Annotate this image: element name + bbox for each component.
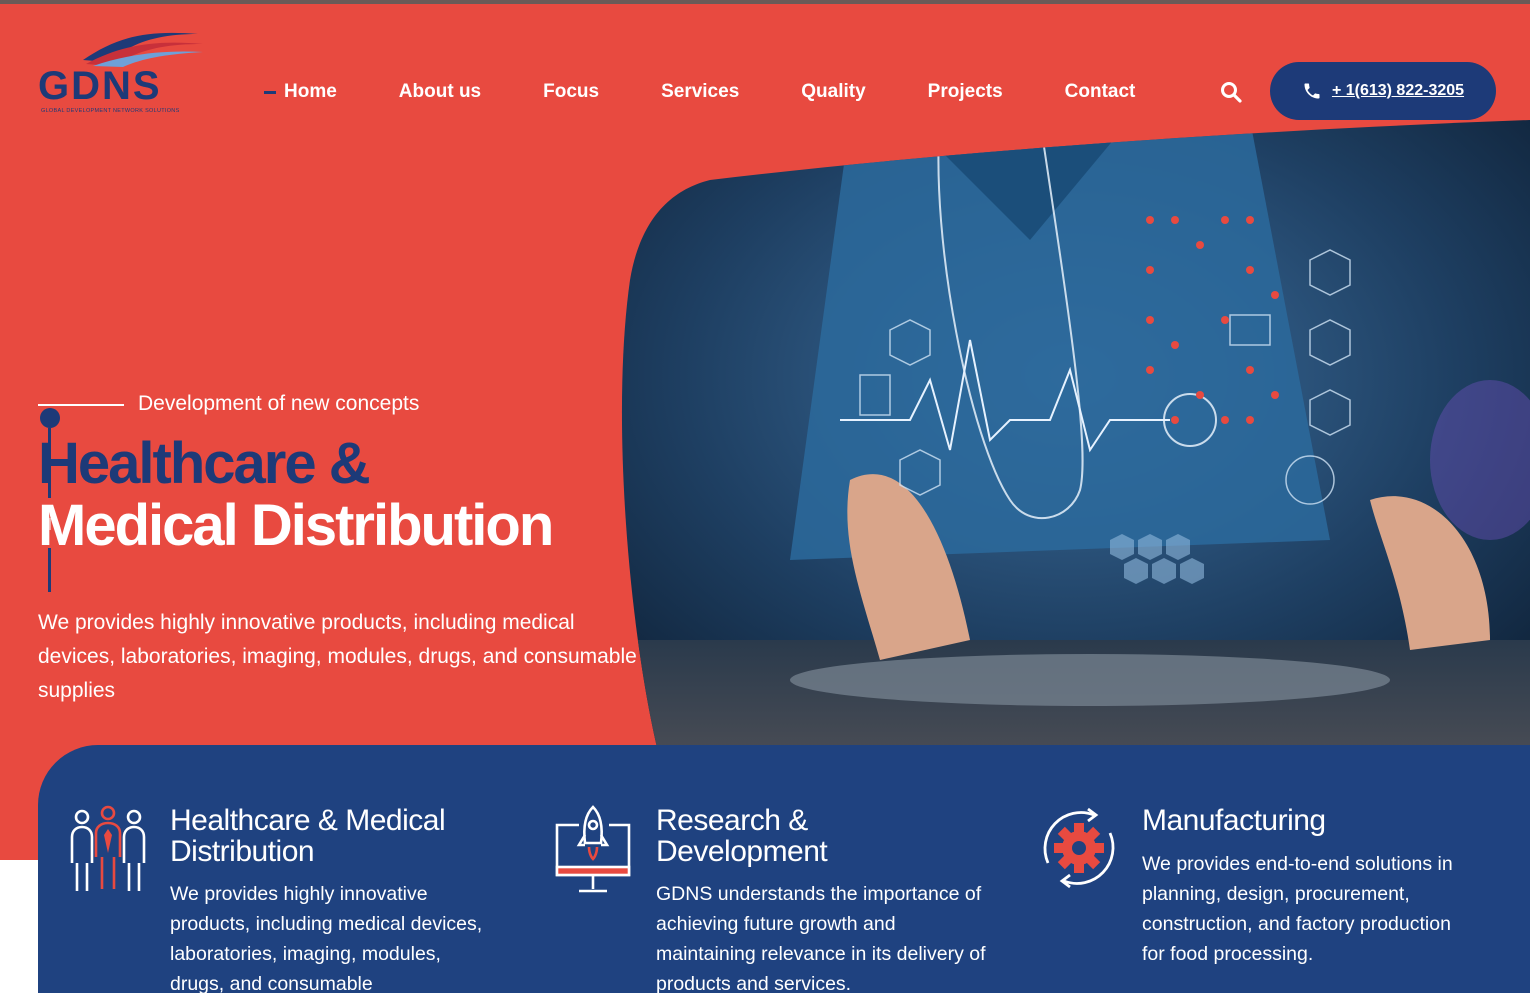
rocket-monitor-icon <box>553 803 633 900</box>
service-title: Research & Development <box>656 804 828 868</box>
service-text: GDNS understands the importance of achie… <box>656 883 986 993</box>
top-border <box>0 0 1530 4</box>
hero-eyebrow: Development of new concepts <box>138 392 420 415</box>
service-text: We provides highly innovative products, … <box>170 883 483 993</box>
logo-wordmark: GDNS <box>38 64 162 108</box>
phone-button[interactable]: + 1(613) 822-3205 <box>1270 62 1496 120</box>
logo-tagline: GLOBAL DEVELOPMENT NETWORK SOLUTIONS <box>41 108 180 114</box>
eyebrow-line <box>38 404 124 406</box>
service-text: We provides end-to-end solutions in plan… <box>1142 853 1453 965</box>
people-icon <box>70 803 146 898</box>
phone-icon <box>1304 83 1320 99</box>
main-nav: Home About us Focus Services Quality Pro… <box>264 78 1197 106</box>
phone-number: + 1(613) 822-3205 <box>1331 82 1465 99</box>
service-title: Manufacturing <box>1142 804 1326 837</box>
logo-wave-icon <box>83 32 203 67</box>
nav-projects[interactable]: Projects <box>928 81 1003 103</box>
nav-focus[interactable]: Focus <box>543 81 599 103</box>
hero-description: We provides highly innovative products, … <box>38 611 637 702</box>
hero-image <box>610 120 1530 760</box>
nav-home[interactable]: Home <box>264 81 337 103</box>
services-panel: Healthcare & Medical Distribution We pro… <box>38 745 1530 993</box>
nav-services[interactable]: Services <box>661 81 739 103</box>
search-icon[interactable] <box>1220 81 1242 103</box>
nav-quality[interactable]: Quality <box>801 81 865 103</box>
gear-cycle-icon <box>1034 803 1124 898</box>
nav-about[interactable]: About us <box>399 81 481 103</box>
decor-dot <box>40 408 60 428</box>
active-indicator <box>264 90 276 94</box>
hero-title-line2: Medical Distribution <box>38 493 554 558</box>
nav-home-label: Home <box>284 81 337 102</box>
service-title: Healthcare & Medical Distribution <box>170 804 446 868</box>
logo[interactable]: GDNS GLOBAL DEVELOPMENT NETWORK SOLUTION… <box>38 28 214 118</box>
hero-title-line1: Healthcare & <box>38 431 371 496</box>
nav-contact[interactable]: Contact <box>1065 81 1136 103</box>
